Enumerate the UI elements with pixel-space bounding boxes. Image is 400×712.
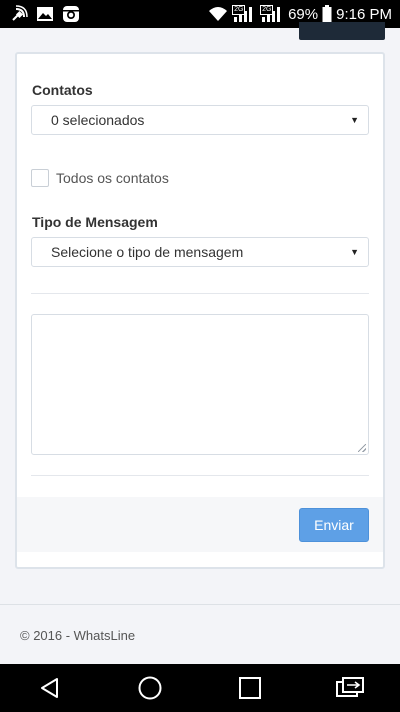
dual-window-button[interactable] [330, 668, 370, 708]
clock: 9:16 PM [336, 5, 392, 23]
home-button[interactable] [130, 668, 170, 708]
wifi-icon [209, 7, 228, 21]
back-icon [41, 678, 58, 698]
network-signal-1: 2G [232, 5, 256, 23]
status-right: 2G 2G 69% 9:16 PM [208, 5, 392, 23]
contacts-select-value: 0 selecionados [51, 112, 145, 128]
card-footer: Enviar [17, 497, 383, 552]
satellite-signal-icon [12, 5, 28, 21]
recents-icon [239, 677, 261, 699]
divider [31, 475, 369, 476]
message-textarea[interactable] [31, 314, 369, 455]
instagram-icon [63, 6, 79, 22]
message-type-select-value: Selecione o tipo de mensagem [51, 244, 244, 260]
dual-window-icon [336, 677, 364, 697]
navigation-bar [0, 664, 400, 712]
send-button[interactable]: Enviar [299, 508, 369, 542]
signal-icon [262, 7, 281, 22]
battery-icon [322, 5, 332, 23]
all-contacts-label: Todos os contatos [56, 170, 169, 186]
all-contacts-checkbox[interactable] [31, 169, 49, 187]
all-contacts-row[interactable]: Todos os contatos [31, 169, 169, 187]
status-left [10, 5, 80, 23]
page-footer: © 2016 - WhatsLine [0, 604, 400, 664]
divider [31, 293, 369, 294]
page: Contatos 0 selecionados ▼ Todos os conta… [0, 22, 400, 664]
copyright-text: © 2016 - WhatsLine [20, 628, 136, 643]
contacts-select[interactable]: 0 selecionados ▼ [31, 105, 369, 135]
caret-down-icon: ▼ [350, 115, 359, 125]
message-type-select[interactable]: Selecione o tipo de mensagem ▼ [31, 237, 369, 267]
back-button[interactable] [30, 668, 70, 708]
header-button[interactable] [299, 22, 385, 40]
recents-button[interactable] [230, 668, 270, 708]
gallery-icon [37, 7, 53, 21]
contacts-label: Contatos [32, 82, 93, 98]
message-type-label: Tipo de Mensagem [32, 214, 158, 230]
home-icon [138, 676, 162, 700]
battery-percent: 69% [288, 5, 319, 23]
message-form-card: Contatos 0 selecionados ▼ Todos os conta… [15, 52, 385, 569]
resize-handle-icon[interactable] [358, 444, 366, 452]
network-signal-2: 2G [260, 5, 284, 23]
signal-icon [234, 7, 253, 22]
caret-down-icon: ▼ [350, 247, 359, 257]
